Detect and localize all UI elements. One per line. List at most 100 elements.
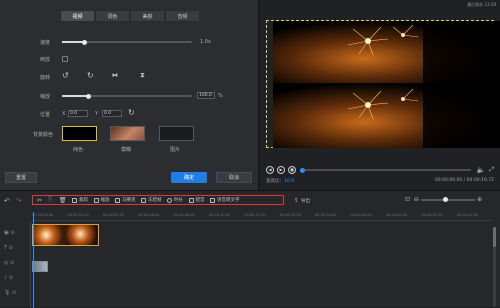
editor-panel: 视频 调色 美颜 音频 速度 1.0x 倒放 旋转 ↺ ↻ ⧓ ⧗ 缩放 100… — [0, 0, 259, 190]
video-clip[interactable] — [32, 224, 99, 246]
track-divider — [30, 221, 31, 308]
overlay-track-icon[interactable]: ◎ ⊙ — [4, 259, 16, 268]
timeline-ruler[interactable]: 00:00:00.00 00:00:02.00 00:00:04.00 00:00:0… — [32, 213, 492, 221]
crop-icon — [72, 197, 78, 203]
tab-color[interactable]: 调色 — [95, 10, 130, 22]
pos-y-input[interactable]: 0.0 — [102, 110, 122, 117]
tool-freeze[interactable]: 冻结帧 — [141, 197, 161, 203]
flip-vertical-icon[interactable]: ⧗ — [140, 71, 145, 80]
scale-slider[interactable] — [62, 93, 192, 99]
ruler-tick-label: 00:00:24.00 — [456, 213, 478, 217]
speed-slider-knob[interactable] — [81, 39, 87, 45]
tool-zoom[interactable]: 缩放 — [93, 197, 109, 203]
reverse-checkbox[interactable] — [62, 56, 68, 62]
last-saved-hint: 最后保存 13:58 — [467, 2, 496, 7]
scale-slider-fill — [62, 95, 88, 97]
tool-mosaic-label: 马赛克 — [121, 198, 136, 203]
timeline-zoom-knob[interactable] — [443, 197, 449, 202]
preview-canvas[interactable] — [266, 20, 500, 148]
pos-x-input[interactable]: 0.0 — [68, 110, 88, 117]
undo-icon[interactable]: ↶ — [4, 197, 10, 205]
tool-duration[interactable]: 时长 — [167, 197, 183, 203]
text-track-icon[interactable]: T ⊙ — [4, 244, 16, 253]
aspect-ratio[interactable]: 宽高比： 16:9 — [266, 178, 294, 185]
volume-icon[interactable]: 🔈 — [476, 166, 485, 174]
aspect-ratio-value[interactable]: 16:9 — [284, 179, 294, 184]
zoom-icon — [93, 197, 99, 203]
tool-speech-to-text-label: 语音转文字 — [216, 198, 240, 203]
zoom-controls: ⊡ ⊖ ⊕ — [405, 196, 482, 203]
tool-duration-label: 时长 — [173, 198, 183, 203]
timeline-zoom-slider[interactable] — [421, 197, 476, 202]
bg-image-swatch[interactable] — [159, 126, 194, 141]
reset-button[interactable]: 重置 — [5, 172, 37, 183]
ruler-tick-label: 00:00:16.00 — [315, 213, 337, 217]
scale-slider-knob[interactable] — [85, 93, 91, 99]
tab-audio[interactable]: 音频 — [165, 10, 200, 22]
tool-voiceover[interactable]: 配音 — [188, 197, 205, 203]
speed-value: 1.0x — [200, 39, 211, 45]
bg-image-label: 图片 — [170, 147, 181, 153]
scale-label: 缩放 — [40, 94, 51, 100]
tool-mosaic[interactable]: 马赛克 — [115, 197, 135, 203]
mic-icon — [188, 197, 194, 203]
ruler-tick-label: 00:00:14.00 — [279, 213, 301, 217]
speed-label: 速度 — [40, 40, 51, 46]
audio-track-icon[interactable]: ♪ ⊙ — [4, 274, 16, 283]
aspect-ratio-label: 宽高比： — [266, 179, 284, 184]
speed-slider[interactable] — [62, 39, 192, 45]
overlay-clip[interactable] — [32, 261, 48, 272]
time-display: 00:00:00.00 / 00:00:19.72 — [434, 178, 494, 183]
ok-button[interactable]: 确定 — [171, 172, 207, 183]
cancel-button[interactable]: 取消 — [216, 172, 252, 183]
background-label: 背景颜色 — [33, 132, 54, 138]
export-label: 导出 — [301, 198, 311, 204]
video-frame-bottom — [273, 83, 500, 148]
ruler-tick-label: 00:00:22.00 — [421, 213, 443, 217]
fit-icon[interactable]: ⊡ — [405, 196, 410, 203]
copy-icon[interactable]: ⎘ — [48, 196, 53, 204]
rotate-right-icon[interactable]: ↻ — [87, 71, 94, 80]
flip-horizontal-icon[interactable]: ⧓ — [112, 72, 118, 79]
preview-panel: 最后保存 13:58 ◀ ▶ ■ 🔈 ⤢ 宽高比： 16:9 00:00:00.… — [260, 0, 500, 190]
zoom-out-icon[interactable]: ⊖ — [414, 196, 419, 203]
previous-frame-icon[interactable]: ◀ — [266, 166, 274, 174]
playhead[interactable] — [33, 212, 34, 308]
export-button[interactable]: ⇪ 导出 — [294, 197, 310, 204]
reverse-label: 倒放 — [40, 57, 51, 63]
bg-solid-swatch[interactable] — [62, 126, 97, 141]
freeze-icon — [141, 197, 147, 203]
speed-slider-fill — [62, 41, 85, 43]
track-headers: ▣ ⊙ T ⊙ ◎ ⊙ ♪ ⊙ 🎙 ⊙ — [4, 229, 16, 298]
tool-freeze-label: 冻结帧 — [147, 198, 162, 203]
split-icon[interactable]: ✂ — [37, 197, 42, 204]
delete-icon[interactable]: 🗑 — [59, 197, 67, 204]
tool-crop[interactable]: 裁剪 — [72, 197, 88, 203]
rotate-left-icon[interactable]: ↺ — [62, 71, 69, 80]
video-track-icon[interactable]: ▣ ⊙ — [4, 229, 16, 238]
timeline-scroll-thumb[interactable] — [493, 227, 496, 247]
bg-blur-swatch[interactable] — [110, 126, 145, 141]
duration-icon — [167, 197, 173, 203]
ruler-tick-label: 00:00:06.00 — [138, 213, 160, 217]
reset-position-icon[interactable]: ↻ — [128, 108, 135, 117]
zoom-in-icon[interactable]: ⊕ — [477, 196, 482, 203]
timeline-scrollbar[interactable] — [493, 227, 496, 307]
tab-video[interactable]: 视频 — [60, 10, 95, 22]
tab-beauty[interactable]: 美颜 — [130, 10, 165, 22]
progress-slider[interactable] — [300, 167, 472, 173]
progress-knob[interactable] — [300, 167, 305, 173]
bg-solid-label: 纯色 — [73, 147, 84, 153]
voice-track-icon[interactable]: 🎙 ⊙ — [4, 289, 16, 298]
tool-speech-to-text[interactable]: 语音转文字 — [210, 197, 239, 203]
scale-input[interactable]: 100.0 — [197, 92, 215, 99]
property-tabs: 视频 调色 美颜 音频 — [60, 10, 200, 22]
fullscreen-icon[interactable]: ⤢ — [489, 166, 494, 174]
play-icon[interactable]: ▶ — [277, 166, 285, 174]
stop-icon[interactable]: ■ — [288, 166, 296, 174]
fireworks-image — [273, 21, 500, 84]
tool-voiceover-label: 配音 — [195, 198, 205, 203]
ruler-tick-label: 00:00:18.00 — [350, 213, 372, 217]
redo-icon[interactable]: ↷ — [16, 197, 22, 205]
clip-thumbnail-2 — [65, 225, 98, 245]
